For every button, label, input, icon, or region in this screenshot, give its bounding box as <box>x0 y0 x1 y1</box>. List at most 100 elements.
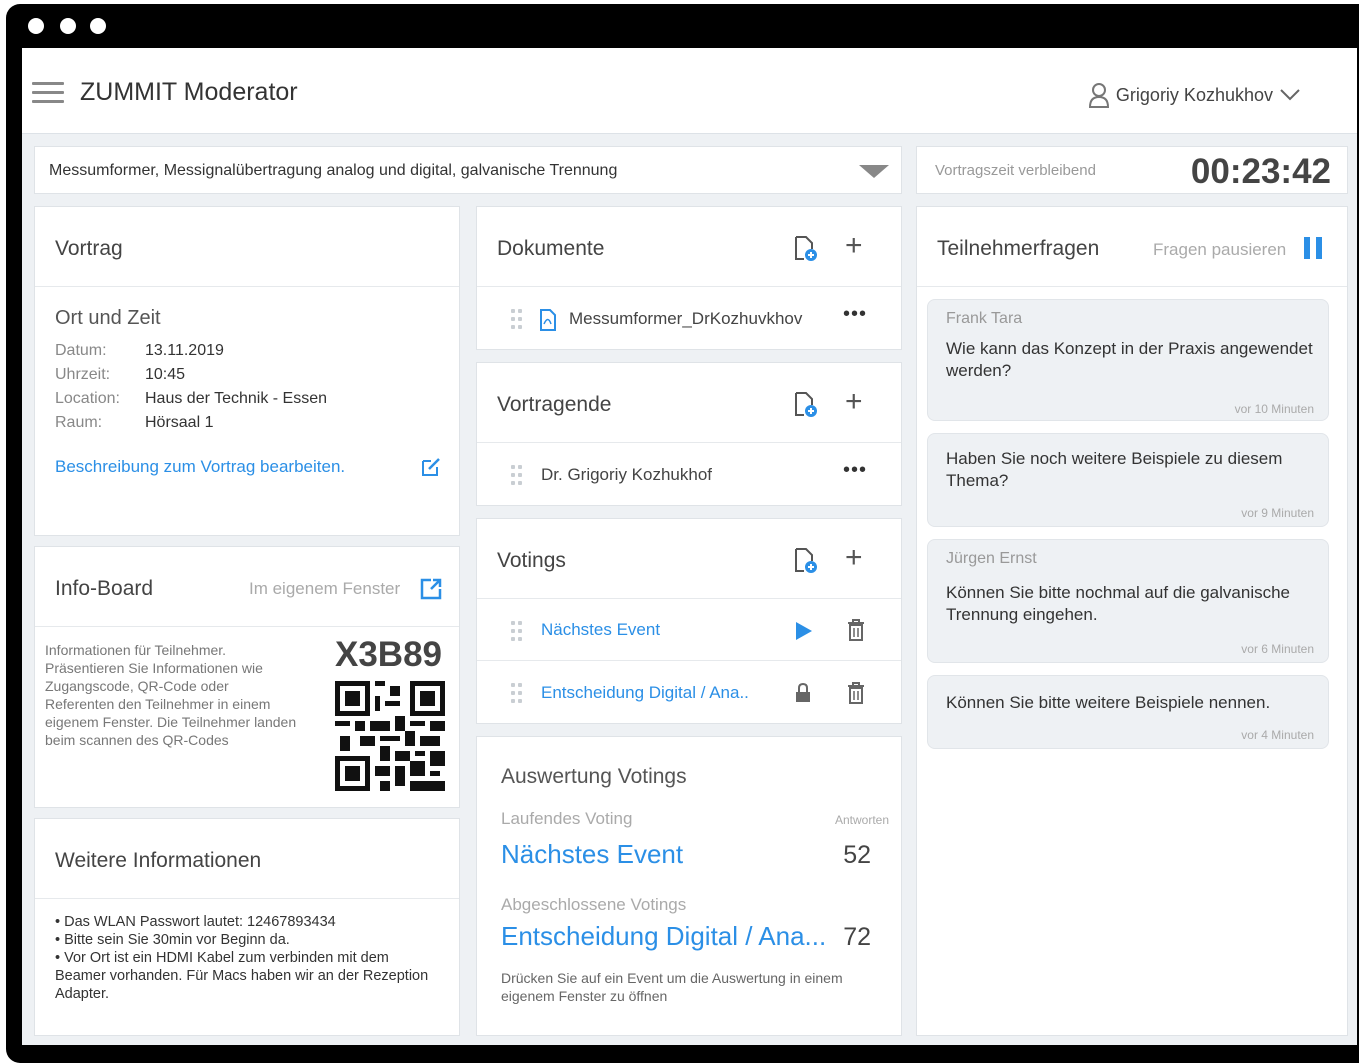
app-title: ZUMMIT Moderator <box>80 78 298 106</box>
hamburger-icon[interactable] <box>32 82 64 104</box>
edit-description-link[interactable]: Beschreibung zum Vortrag bearbeiten. <box>55 457 345 477</box>
document-name[interactable]: Messumformer_DrKozhuvkhov <box>569 309 802 329</box>
voting-row[interactable]: Nächstes Event <box>477 599 901 661</box>
dokumente-card: Dokumente + Messumformer_DrKozhuvkhov ••… <box>476 206 902 350</box>
finished-votings-label: Abgeschlossene Votings <box>501 895 687 914</box>
edit-icon[interactable] <box>419 455 443 479</box>
caret-down-icon <box>859 165 889 178</box>
field-value: 10:45 <box>145 366 186 383</box>
field-label: Location: <box>55 390 120 407</box>
file-add-icon[interactable] <box>793 235 819 263</box>
window-dot-close[interactable] <box>28 18 44 34</box>
plus-icon[interactable]: + <box>845 387 863 417</box>
question-text: Können Sie bitte weitere Beispiele nenne… <box>946 693 1271 712</box>
list-item: • Vor Ort ist ein HDMI Kabel zum verbind… <box>55 950 429 1002</box>
user-name: Grigoriy Kozhukhov <box>1115 84 1273 105</box>
list-item[interactable]: Messumformer_DrKozhuvkhov ••• <box>477 287 901 351</box>
window-dot-minimize[interactable] <box>60 18 76 34</box>
user-icon <box>1088 83 1109 108</box>
running-voting-link[interactable]: Nächstes Event <box>501 839 683 870</box>
external-link-icon[interactable] <box>419 577 443 601</box>
vortrag-card: Vortrag Ort und Zeit Datum: 13.11.2019 Uh… <box>34 206 460 536</box>
field-label: Raum: <box>55 414 103 431</box>
auswertung-card: Auswertung Votings Laufendes Voting Antw… <box>476 736 902 1036</box>
own-window-link[interactable]: Im eigenem Fenster <box>249 579 400 599</box>
topic-select[interactable]: Messumformer, Messignalübertragung analo… <box>34 146 902 194</box>
file-add-icon[interactable] <box>793 547 819 575</box>
chevron-down-icon <box>1280 89 1300 101</box>
auswertung-hint: Drücken Sie auf ein Event um die Auswert… <box>501 970 843 1004</box>
weitere-info-title: Weitere Informationen <box>55 849 262 872</box>
remaining-time-value: 00:23:42 <box>1190 152 1331 191</box>
infoboard-text: Informationen für Teilnehmer. Präsentier… <box>45 642 297 748</box>
browser-window: ZUMMIT Moderator Grigoriy Kozhukhov Mess… <box>6 4 1359 1063</box>
field-label: Datum: <box>55 342 107 359</box>
question-time: vor 9 Minuten <box>1241 506 1314 520</box>
running-voting-label: Laufendes Voting <box>501 809 633 828</box>
field-value: 13.11.2019 <box>145 342 224 359</box>
list-item: • Das WLAN Passwort lautet: 12467893434 <box>55 914 336 930</box>
drag-handle-icon[interactable] <box>511 621 525 641</box>
list-item[interactable]: Dr. Grigoriy Kozhukhof ••• <box>477 443 901 507</box>
plus-icon[interactable]: + <box>845 231 863 261</box>
window-titlebar <box>6 4 1359 48</box>
trash-icon[interactable] <box>847 682 865 704</box>
question-card[interactable]: Haben Sie noch weitere Beispiele zu dies… <box>927 433 1329 527</box>
remaining-time-label: Vortragszeit verbleibend <box>935 162 1096 179</box>
more-icon[interactable]: ••• <box>843 459 867 482</box>
user-menu[interactable]: Grigoriy Kozhukhov <box>1088 82 1301 108</box>
question-time: vor 10 Minuten <box>1234 402 1314 416</box>
app-header: ZUMMIT Moderator Grigoriy Kozhukhov <box>22 48 1357 134</box>
drag-handle-icon[interactable] <box>511 683 525 703</box>
list-item: • Bitte sein Sie 30min vor Beginn da. <box>55 932 290 948</box>
speaker-name[interactable]: Dr. Grigoriy Kozhukhof <box>541 465 712 485</box>
vortrag-title: Vortrag <box>55 237 123 260</box>
running-voting-count: 52 <box>843 841 871 869</box>
questions-title: Teilnehmerfragen <box>937 237 1100 260</box>
question-text: Haben Sie noch weitere Beispiele zu dies… <box>946 449 1283 490</box>
question-text: Wie kann das Konzept in der Praxis angew… <box>946 339 1313 380</box>
more-icon[interactable]: ••• <box>843 303 867 326</box>
question-author: Jürgen Ernst <box>946 550 1037 567</box>
qr-code <box>335 681 445 791</box>
question-text: Können Sie bitte nochmal auf die galvani… <box>946 583 1291 624</box>
voting-name[interactable]: Entscheidung Digital / Ana.. <box>541 683 749 703</box>
infoboard-title: Info-Board <box>55 577 154 600</box>
field-value: Hörsaal 1 <box>145 414 214 431</box>
questions-card: Teilnehmerfragen Fragen pausieren Frank … <box>916 206 1348 1036</box>
remaining-time: Vortragszeit verbleibend 00:23:42 <box>916 146 1348 194</box>
plus-icon[interactable]: + <box>845 543 863 573</box>
dokumente-title: Dokumente <box>497 237 605 260</box>
play-icon[interactable] <box>795 621 813 641</box>
finished-voting-link[interactable]: Entscheidung Digital / Ana... <box>501 921 826 952</box>
access-code: X3B89 <box>335 635 443 674</box>
drag-handle-icon[interactable] <box>511 465 525 485</box>
question-author: Frank Tara <box>946 310 1023 327</box>
window-dot-maximize[interactable] <box>90 18 106 34</box>
file-add-icon[interactable] <box>793 391 819 419</box>
question-card[interactable]: Frank Tara Wie kann das Konzept in der P… <box>927 299 1329 421</box>
voting-name[interactable]: Nächstes Event <box>541 620 660 640</box>
lock-icon <box>796 683 810 702</box>
weitere-info-list: • Das WLAN Passwort lautet: 12467893434 … <box>55 913 435 1003</box>
voting-row[interactable]: Entscheidung Digital / Ana.. <box>477 661 901 725</box>
pause-questions-label[interactable]: Fragen pausieren <box>1153 240 1286 260</box>
vortragende-card: Vortragende + Dr. Grigoriy Kozhukhof ••• <box>476 362 902 506</box>
field-label: Uhrzeit: <box>55 366 111 383</box>
question-card[interactable]: Können Sie bitte weitere Beispiele nenne… <box>927 675 1329 749</box>
pause-icon[interactable] <box>1303 237 1323 259</box>
trash-icon[interactable] <box>847 619 865 641</box>
question-time: vor 6 Minuten <box>1241 642 1314 656</box>
drag-handle-icon[interactable] <box>511 309 525 329</box>
infoboard-card: Info-Board Im eigenem Fenster Informatio… <box>34 546 460 808</box>
vortrag-subtitle: Ort und Zeit <box>55 307 161 329</box>
votings-title: Votings <box>497 549 566 572</box>
weitere-info-card: Weitere Informationen • Das WLAN Passwor… <box>34 818 460 1036</box>
pdf-icon <box>540 309 556 331</box>
topic-value: Messumformer, Messignalübertragung analo… <box>49 162 618 179</box>
auswertung-title: Auswertung Votings <box>501 765 687 788</box>
question-time: vor 4 Minuten <box>1241 728 1314 742</box>
question-card[interactable]: Jürgen Ernst Können Sie bitte nochmal au… <box>927 539 1329 663</box>
votings-card: Votings + Nächstes Event Entscheidung Di… <box>476 518 902 724</box>
vortragende-title: Vortragende <box>497 393 612 416</box>
